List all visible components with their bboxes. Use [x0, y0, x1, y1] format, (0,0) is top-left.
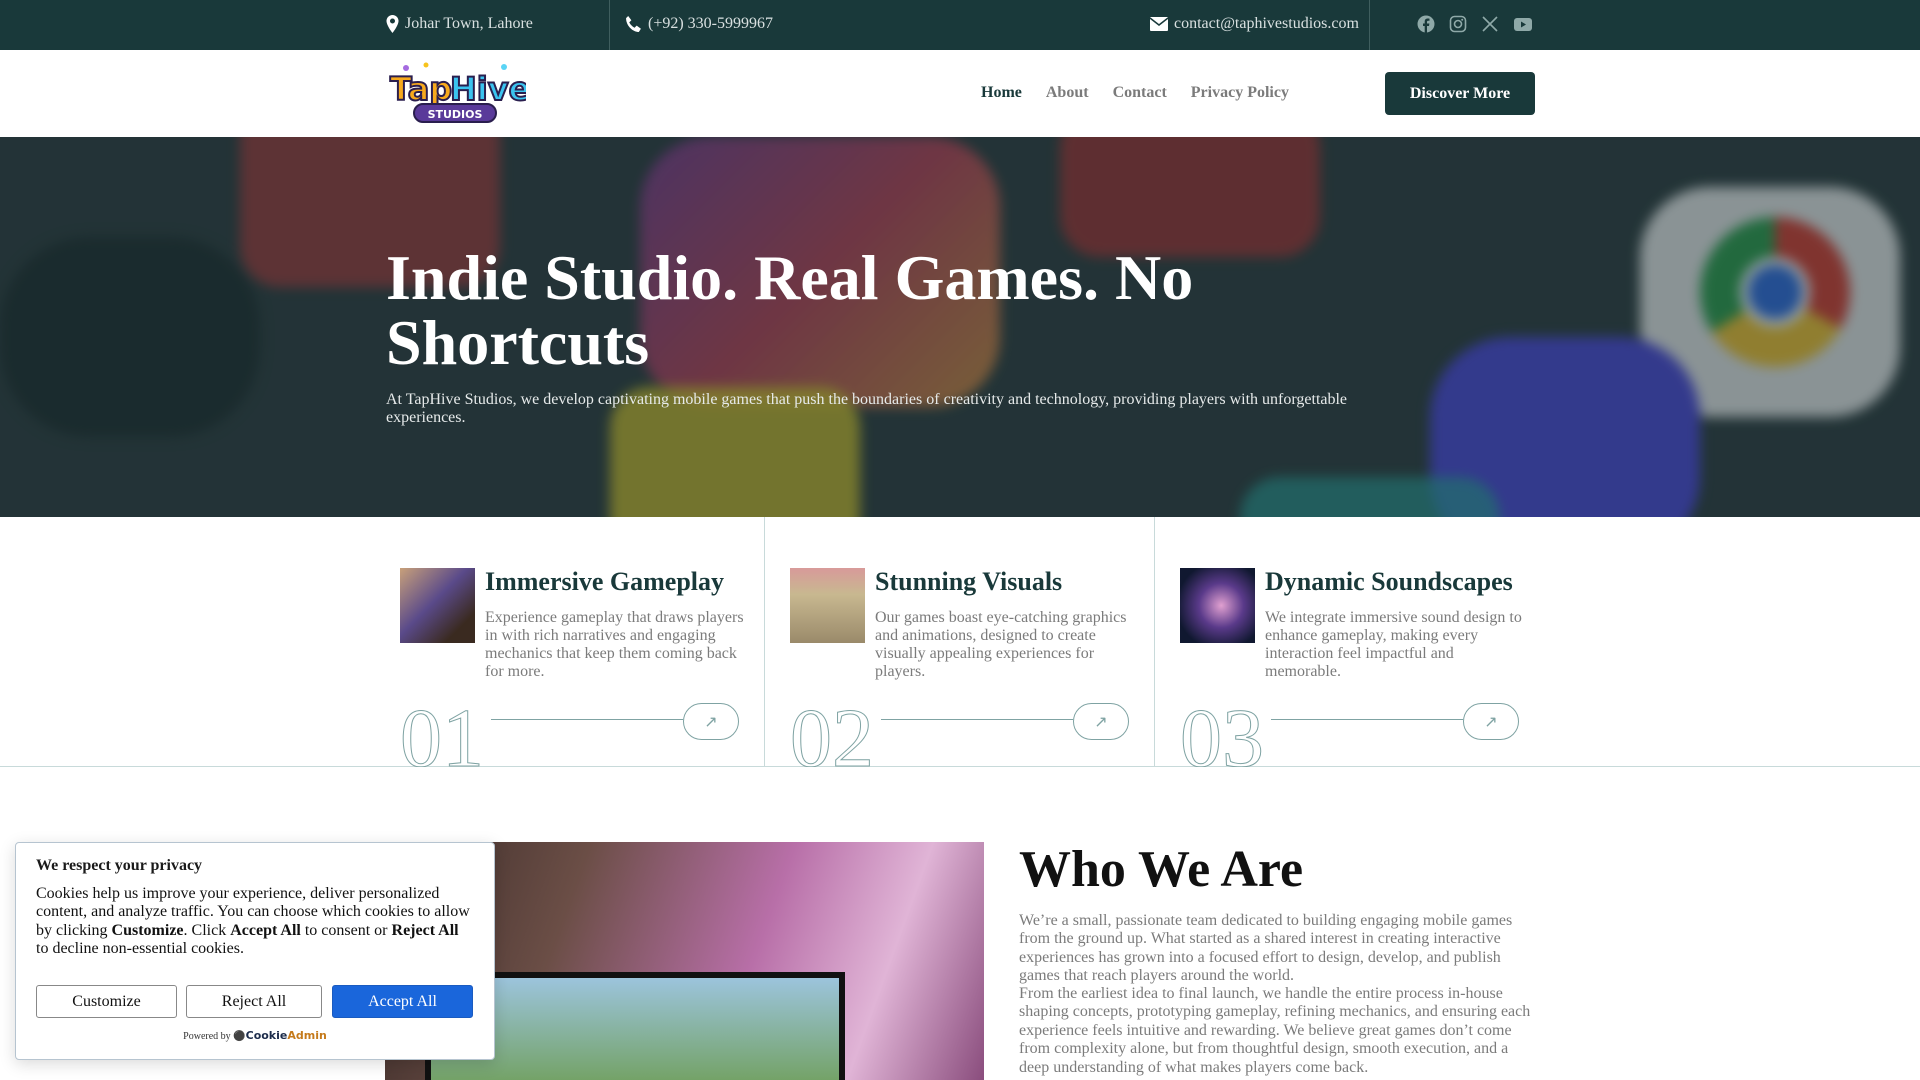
cookieadmin-shield-icon: ⚫ — [233, 1031, 246, 1042]
feature-arrow-button[interactable]: ↗ — [1463, 703, 1519, 740]
arrow-up-right-icon: ↗ — [704, 713, 718, 731]
nav-privacy-policy[interactable]: Privacy Policy — [1191, 84, 1289, 102]
instagram-icon[interactable] — [1449, 15, 1467, 33]
who-title: Who We Are — [1019, 841, 1304, 898]
customize-button[interactable]: Customize — [36, 985, 177, 1018]
location: Johar Town, Lahore — [386, 15, 533, 33]
cookieadmin-logo[interactable]: CookieAdmin — [246, 1029, 327, 1042]
feature-title: Dynamic Soundscapes — [1265, 567, 1513, 596]
who-paragraph-1: We’re a small, passionate team dedicated… — [1019, 912, 1513, 985]
feature-text: Our games boast eye-catching graphics an… — [875, 609, 1127, 680]
gameplay-image — [400, 568, 475, 643]
feature-number: 01 — [400, 692, 485, 767]
nav-contact[interactable]: Contact — [1113, 84, 1167, 102]
hero-text: At TapHive Studios, we develop captivati… — [386, 391, 1348, 426]
feature-arrow-button[interactable]: ↗ — [683, 703, 739, 740]
soundscapes-image — [1180, 568, 1255, 643]
feature-card: Dynamic Soundscapes We integrate immersi… — [1180, 517, 1550, 767]
feature-title: Immersive Gameplay — [485, 567, 725, 596]
main-nav: Tap Hive STUDIOS Home About Contact Privac… — [0, 50, 1920, 137]
cookie-title: We respect your privacy — [36, 857, 203, 874]
who-paragraph-2: From the earliest idea to final launch, … — [1019, 985, 1531, 1076]
divider-line — [1271, 719, 1463, 720]
taphive-logo[interactable]: Tap Hive STUDIOS — [386, 60, 531, 126]
social-links — [1417, 15, 1533, 33]
reject-all-button[interactable]: Reject All — [186, 985, 322, 1018]
envelope-icon — [1150, 17, 1168, 31]
powered-by: Powered by ⚫CookieAdmin — [183, 1029, 327, 1042]
feature-number: 02 — [790, 692, 875, 767]
feature-card: Immersive Gameplay Experience gameplay t… — [400, 517, 770, 767]
feature-text: Experience gameplay that draws players i… — [485, 609, 744, 680]
cookie-text: Cookies help us improve your experience,… — [36, 885, 470, 958]
map-pin-icon — [386, 15, 399, 33]
svg-text:Hive: Hive — [450, 70, 526, 108]
divider-line — [881, 719, 1073, 720]
features-section: Immersive Gameplay Experience gameplay t… — [0, 517, 1920, 767]
svg-text:STUDIOS: STUDIOS — [428, 108, 483, 121]
nav-about[interactable]: About — [1046, 84, 1089, 102]
nav-home[interactable]: Home — [981, 84, 1022, 102]
arrow-up-right-icon: ↗ — [1094, 713, 1108, 731]
feature-text: We integrate immersive sound design to e… — [1265, 609, 1522, 680]
phone-link[interactable]: (+92) 330-5999967 — [625, 15, 773, 33]
divider-line — [491, 719, 683, 720]
hero-section: Indie Studio. Real Games. No Shortcuts A… — [0, 137, 1920, 517]
visuals-image — [790, 568, 865, 643]
feature-number: 03 — [1180, 692, 1265, 767]
arrow-up-right-icon: ↗ — [1484, 713, 1498, 731]
youtube-icon[interactable] — [1513, 15, 1533, 33]
x-twitter-icon[interactable] — [1481, 15, 1499, 33]
feature-arrow-button[interactable]: ↗ — [1073, 703, 1129, 740]
feature-title: Stunning Visuals — [875, 567, 1063, 596]
feature-card: Stunning Visuals Our games boast eye-cat… — [790, 517, 1160, 767]
phone-icon — [626, 15, 641, 32]
phone-text: (+92) 330-5999967 — [648, 15, 774, 32]
svg-text:Tap: Tap — [390, 70, 452, 108]
facebook-icon[interactable] — [1417, 15, 1435, 33]
discover-more-button[interactable]: Discover More — [1385, 72, 1535, 115]
hero-title: Indie Studio. Real Games. No Shortcuts — [386, 242, 1194, 378]
email-link[interactable]: contact@taphivestudios.com — [1150, 15, 1359, 33]
location-text: Johar Town, Lahore — [405, 15, 533, 32]
email-text: contact@taphivestudios.com — [1174, 15, 1359, 32]
cookie-consent-banner: We respect your privacy Cookies help us … — [15, 842, 495, 1060]
nav-links: Home About Contact Privacy Policy — [981, 84, 1289, 102]
accept-all-button[interactable]: Accept All — [332, 985, 473, 1018]
top-bar: Johar Town, Lahore (+92) 330-5999967 con… — [0, 0, 1920, 50]
